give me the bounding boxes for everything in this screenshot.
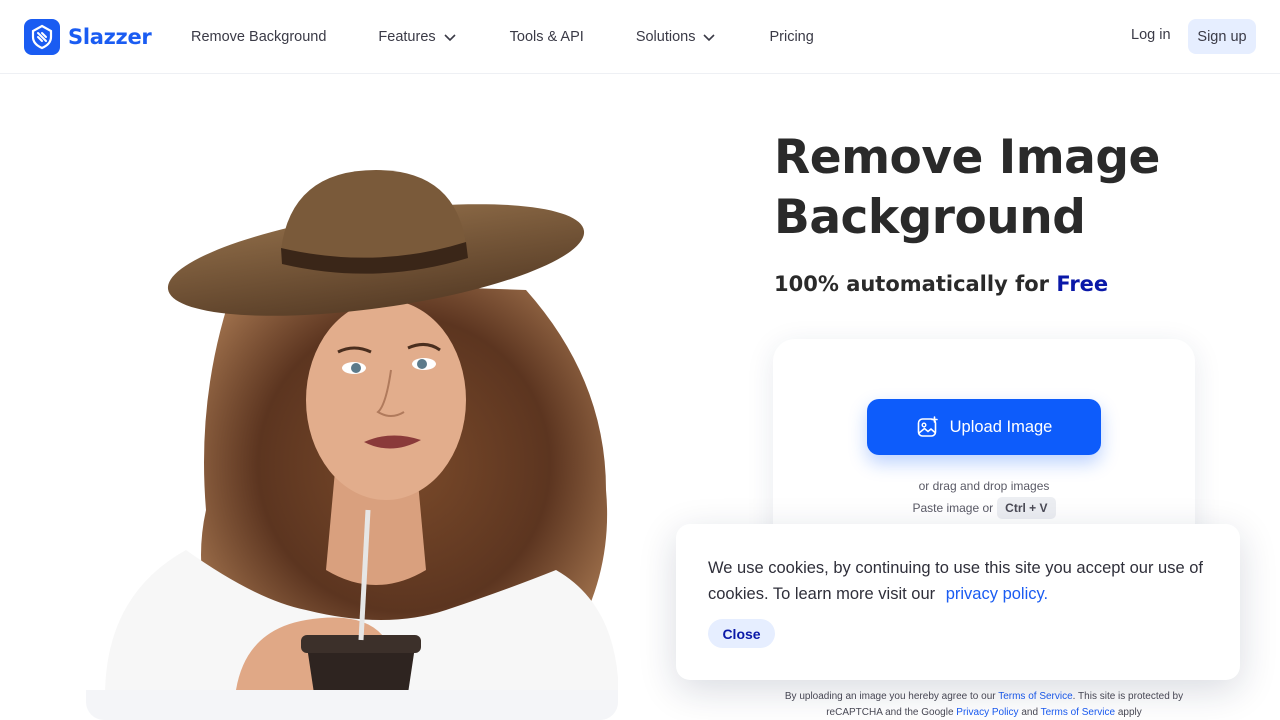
login-link[interactable]: Log in: [1131, 27, 1171, 43]
legal-text-1: By uploading an image you hereby agree t…: [784, 691, 996, 702]
logo-mark-icon: [24, 19, 60, 55]
hero-title-line2: Background: [774, 190, 1086, 245]
hero-title: Remove Image Background: [774, 128, 1194, 248]
hero-subtitle-prefix: 100% automatically for: [774, 272, 1049, 296]
main-nav: Remove Background Features Tools & API S…: [191, 0, 866, 74]
cookie-close-button[interactable]: Close: [708, 619, 775, 648]
nav-tools-api-label: Tools & API: [509, 29, 584, 45]
hero-subtitle: 100% automatically for Free: [774, 272, 1108, 296]
legal-text-4: apply: [1117, 707, 1142, 718]
legal-text-3: and: [1021, 707, 1039, 718]
signup-button[interactable]: Sign up: [1188, 19, 1256, 54]
paste-shortcut-badge: Ctrl + V: [997, 497, 1056, 519]
nav-tools-api[interactable]: Tools & API: [510, 29, 584, 45]
nav-remove-background-label: Remove Background: [191, 29, 327, 45]
brand-name: Slazzer: [68, 25, 152, 49]
chevron-down-icon: [703, 34, 716, 42]
hero-title-line1: Remove Image: [774, 130, 1160, 185]
nav-pricing-label: Pricing: [769, 29, 814, 45]
image-upload-icon: [917, 416, 938, 437]
drag-drop-hint: or drag and drop images: [918, 479, 1050, 493]
brand-logo[interactable]: Slazzer: [24, 19, 152, 55]
legal-notice: By uploading an image you hereby agree t…: [760, 689, 1208, 720]
nav-features-label: Features: [378, 29, 436, 45]
cookie-privacy-policy-link[interactable]: privacy policy.: [946, 585, 1048, 603]
cookie-banner: We use cookies, by continuing to use thi…: [676, 524, 1240, 680]
chevron-down-icon: [444, 34, 456, 42]
nav-features[interactable]: Features: [378, 29, 457, 45]
privacy-policy-link[interactable]: Privacy Policy: [956, 707, 1018, 718]
hero-sample-image: [86, 130, 618, 720]
nav-solutions[interactable]: Solutions: [636, 29, 718, 45]
nav-pricing[interactable]: Pricing: [769, 29, 813, 45]
nav-remove-background[interactable]: Remove Background: [191, 29, 326, 45]
paste-hint: Paste image or Ctrl + V: [773, 497, 1195, 519]
upload-image-button[interactable]: Upload Image: [867, 399, 1101, 455]
nav-solutions-label: Solutions: [635, 29, 696, 45]
upload-image-button-label: Upload Image: [949, 417, 1053, 436]
paste-hint-text: Paste image or: [912, 501, 994, 515]
hero-subtitle-accent: Free: [1056, 272, 1109, 296]
terms-of-service-link-2[interactable]: Terms of Service: [1041, 707, 1115, 718]
site-header: Slazzer Remove Background Features Tools…: [0, 0, 1280, 74]
woman-with-hat-illustration: [86, 170, 618, 720]
cookie-message: We use cookies, by continuing to use thi…: [708, 555, 1208, 607]
terms-of-service-link[interactable]: Terms of Service: [998, 691, 1072, 702]
